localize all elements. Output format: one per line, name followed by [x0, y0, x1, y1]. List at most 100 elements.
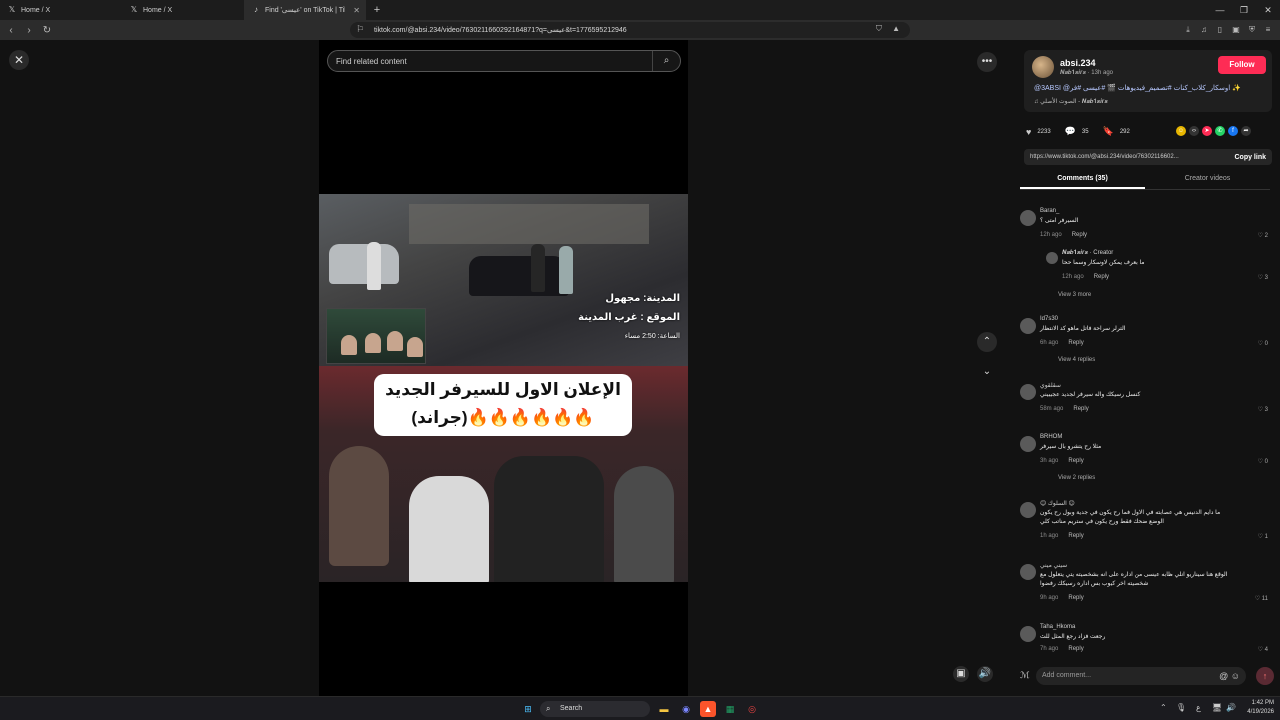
comment-author[interactable]: BRHOM: [1040, 434, 1062, 440]
like-count: 2233: [1037, 128, 1051, 135]
avatar[interactable]: [1032, 56, 1054, 78]
avatar[interactable]: [1020, 564, 1036, 580]
music-label[interactable]: ♫ الصوت الأصلي - 𝑵𝒂𝒃𝟏𝒔𝒊𝒓𝒔: [1034, 98, 1108, 106]
close-tab-icon[interactable]: ✕: [353, 6, 360, 15]
avatar[interactable]: [1046, 252, 1058, 264]
new-tab-button[interactable]: +: [370, 4, 384, 16]
back-icon[interactable]: ‹: [4, 25, 18, 36]
person: [494, 456, 604, 582]
reply-button[interactable]: Reply: [1068, 340, 1083, 346]
browser-tab[interactable]: 𝕏 Home / X: [0, 0, 122, 20]
comment-like[interactable]: ♡ 4: [1258, 646, 1268, 653]
menu-icon[interactable]: ≡: [1262, 24, 1274, 36]
scene-overlay-text: المدينة: مجهول الموقع : غرب المدينة السا…: [578, 289, 680, 346]
comment-like[interactable]: ♡ 3: [1258, 406, 1268, 413]
chevron-up-icon[interactable]: ⌃: [1160, 703, 1167, 712]
avatar[interactable]: [1020, 502, 1036, 518]
comment-author[interactable]: سيني ميني: [1040, 562, 1067, 569]
volume-icon[interactable]: 🔊: [977, 666, 993, 682]
like-count: 4: [1264, 647, 1268, 653]
network-icon[interactable]: 🖥: [1212, 703, 1222, 712]
reply-button[interactable]: Reply: [1068, 458, 1083, 464]
author-username[interactable]: absi.234: [1060, 58, 1096, 68]
brave-icon[interactable]: ▲: [700, 701, 716, 717]
comment-like[interactable]: ♡ 11: [1255, 595, 1268, 602]
reply-button[interactable]: Reply: [1072, 232, 1087, 238]
tab-creator-videos[interactable]: Creator videos: [1145, 172, 1270, 189]
comment-author[interactable]: Id7s30: [1040, 316, 1058, 322]
next-video-button[interactable]: ⌄: [977, 362, 997, 382]
download-icon[interactable]: ⤓: [1182, 24, 1194, 36]
browser-tab-active[interactable]: ♪ Find 'عيسى' on TikTok | TikTok ✕: [244, 0, 366, 20]
more-options-icon[interactable]: •••: [977, 52, 997, 72]
embed-icon[interactable]: ‹›: [1189, 126, 1199, 136]
comment-author[interactable]: 😊 السلوك 😊: [1040, 500, 1075, 507]
vpn-icon[interactable]: ⛨: [1246, 24, 1258, 36]
follow-button[interactable]: Follow: [1218, 56, 1266, 74]
forward-icon[interactable]: ›: [22, 25, 36, 36]
comment-like[interactable]: ♡ 0: [1258, 340, 1268, 347]
excel-icon[interactable]: ▦: [722, 701, 738, 717]
comment-author[interactable]: 𝑵𝒂𝒃𝟏𝒔𝒊𝒓𝒔 · Creator: [1062, 250, 1113, 257]
reload-icon[interactable]: ↻: [40, 25, 54, 36]
search-icon[interactable]: ⌕: [652, 51, 680, 71]
whatsapp-icon[interactable]: ✆: [1215, 126, 1225, 136]
wallet-icon[interactable]: ▣: [1230, 24, 1242, 36]
save-stat[interactable]: 🔖 292: [1103, 126, 1130, 137]
reply-button[interactable]: Reply: [1068, 595, 1083, 601]
windows-start-icon[interactable]: ⊞: [520, 701, 536, 717]
comment-like[interactable]: ♡ 2: [1258, 232, 1268, 239]
comment-like[interactable]: ♡ 1: [1258, 533, 1268, 540]
minimize-icon[interactable]: —: [1208, 0, 1232, 20]
taskbar-search[interactable]: ⌕ Search: [540, 701, 650, 717]
view-replies[interactable]: View 2 replies: [1058, 475, 1095, 481]
facebook-icon[interactable]: f: [1228, 126, 1238, 136]
avatar[interactable]: [1020, 318, 1036, 334]
avatar[interactable]: [1020, 436, 1036, 452]
send-icon[interactable]: ➤: [1202, 126, 1212, 136]
mic-icon[interactable]: 🎙: [1176, 703, 1186, 712]
bookmark-icon[interactable]: ⚐: [356, 24, 364, 35]
share-arrow-icon[interactable]: ➦: [1241, 126, 1251, 136]
avatar[interactable]: [1020, 210, 1036, 226]
comment-text: الوقع هنا سيناريو انلي ظابه عيسى من ادار…: [1040, 572, 1228, 587]
clock[interactable]: 1:42 PM 4/19/2026: [1247, 699, 1274, 717]
mini-player-icon[interactable]: ▣: [953, 666, 969, 682]
comment-stat[interactable]: 💬 35: [1065, 126, 1089, 137]
browser-tab[interactable]: 𝕏 Home / X: [122, 0, 244, 20]
reply-button[interactable]: Reply: [1094, 274, 1109, 280]
music-icon[interactable]: ♫: [1198, 24, 1210, 36]
tab-comments[interactable]: Comments (35): [1020, 172, 1145, 189]
file-explorer-icon[interactable]: ▬: [656, 701, 672, 717]
view-replies[interactable]: View 4 replies: [1058, 357, 1095, 363]
post-comment-button[interactable]: ↑: [1256, 667, 1274, 685]
brave-shields-icon[interactable]: ⛉ ▲: [876, 24, 904, 34]
copy-link-button[interactable]: Copy link: [1234, 154, 1266, 161]
discord-icon[interactable]: ◉: [678, 701, 694, 717]
volume-tray-icon[interactable]: 🔊: [1226, 703, 1236, 712]
maximize-icon[interactable]: ❐: [1232, 0, 1256, 20]
language-indicator[interactable]: ع: [1196, 703, 1201, 712]
comment-author[interactable]: Taha_Hkoma: [1040, 624, 1075, 630]
previous-video-button[interactable]: ⌃: [977, 332, 997, 352]
reply-button[interactable]: Reply: [1068, 533, 1083, 539]
add-comment-input[interactable]: Add comment... @ ☺: [1036, 667, 1246, 685]
comment-like[interactable]: ♡ 0: [1258, 458, 1268, 465]
reply-button[interactable]: Reply: [1073, 406, 1088, 412]
url-field[interactable]: ⚐ tiktok.com/@absi.234/video/76302116602…: [350, 22, 910, 38]
mention-emoji-icons[interactable]: @ ☺: [1219, 667, 1240, 685]
close-window-icon[interactable]: ✕: [1256, 0, 1280, 20]
avatar[interactable]: [1020, 626, 1036, 642]
sidebar-icon[interactable]: ▯: [1214, 24, 1226, 36]
friends-icon[interactable]: ☺: [1176, 126, 1186, 136]
comment-like[interactable]: ♡ 3: [1258, 274, 1268, 281]
chrome-icon[interactable]: ◎: [744, 701, 760, 717]
avatar[interactable]: [1020, 384, 1036, 400]
comment-author[interactable]: سقلقوي: [1040, 382, 1061, 389]
reply-button[interactable]: Reply: [1068, 646, 1083, 652]
search-input[interactable]: Find related content ⌕: [327, 50, 681, 72]
view-more-replies[interactable]: View 3 more: [1058, 292, 1091, 298]
like-stat[interactable]: ♥ 2233: [1026, 127, 1051, 137]
comment-author[interactable]: Baran_: [1040, 208, 1059, 214]
close-icon[interactable]: ✕: [9, 50, 29, 70]
